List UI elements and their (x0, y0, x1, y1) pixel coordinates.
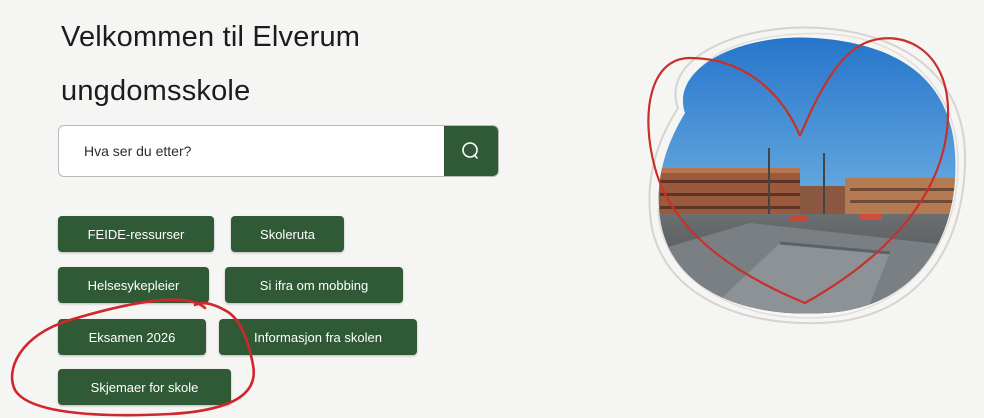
search-icon (462, 142, 478, 159)
feide-ressurser-button[interactable]: FEIDE-ressurser (58, 216, 214, 252)
page-title-line-2: ungdomsskole (61, 75, 251, 107)
informasjon-fra-skolen-button[interactable]: Informasjon fra skolen (219, 319, 417, 355)
page-title: Velkommen til Elverum ungdomsskole (61, 10, 481, 118)
skoleruta-button[interactable]: Skoleruta (231, 216, 344, 252)
school-photo-graphic (630, 18, 975, 328)
skjemaer-for-skole-button[interactable]: Skjemaer for skole (58, 369, 231, 405)
si-ifra-om-mobbing-button[interactable]: Si ifra om mobbing (225, 267, 403, 303)
search-input[interactable] (59, 126, 445, 176)
eksamen-2026-button[interactable]: Eksamen 2026 (58, 319, 206, 355)
helsesykepleier-button[interactable]: Helsesykepleier (58, 267, 209, 303)
school-photo (647, 26, 967, 325)
search-box (58, 125, 499, 177)
page-title-line-1: Velkommen til Elverum (61, 21, 361, 53)
search-button[interactable] (444, 126, 498, 176)
